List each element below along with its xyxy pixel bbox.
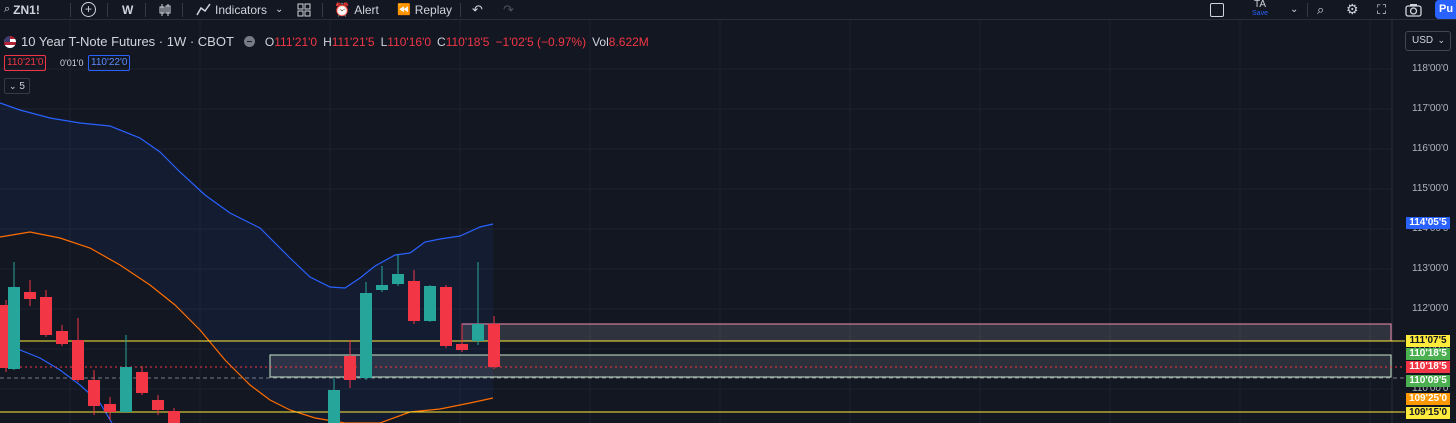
currency-select[interactable]: USD ⌄ xyxy=(1405,31,1451,51)
price-axis-badge: 110'18'5 xyxy=(1406,361,1450,373)
indicator-count: 5 xyxy=(19,81,25,92)
open-label: O xyxy=(264,34,275,49)
low-label: L xyxy=(380,34,388,49)
chevron-down-icon: ⌄ xyxy=(1437,35,1445,45)
candle-body xyxy=(8,287,20,369)
change-value: −1'02'5 (−0.97%) xyxy=(495,34,587,49)
candle-body xyxy=(328,390,340,423)
candle-body xyxy=(376,285,388,290)
price-tick-label: 115'00'0 xyxy=(1412,183,1449,194)
price-tick-label: 118'00'0 xyxy=(1412,63,1449,74)
high-value: 111'21'5 xyxy=(331,34,375,49)
bid-price-badge[interactable]: 110'21'0 xyxy=(4,55,47,71)
candle-body xyxy=(488,324,500,367)
ask-price-badge[interactable]: 110'22'0 xyxy=(88,55,131,71)
candle-body xyxy=(24,292,36,299)
low-value: 110'16'0 xyxy=(387,34,432,49)
price-axis-badge: 109'15'0 xyxy=(1406,407,1450,419)
open-value: 111'21'0 xyxy=(274,34,318,49)
price-tick-label: 113'00'0 xyxy=(1412,263,1449,274)
spread-value: 0'01'0 xyxy=(60,58,84,68)
ask-price: 110'22'0 xyxy=(91,57,128,68)
supply-zone xyxy=(461,323,1392,342)
candle-body xyxy=(120,367,132,412)
candle-body xyxy=(440,287,452,346)
chevron-down-icon: ⌄ xyxy=(9,81,17,91)
candle-body xyxy=(56,331,68,344)
candle-body xyxy=(104,404,116,412)
price-axis-badge: 109'25'0 xyxy=(1406,393,1450,405)
demand-zone xyxy=(269,354,1392,378)
candle-body xyxy=(344,356,356,380)
candle-body xyxy=(152,400,164,410)
price-tick-label: 117'00'0 xyxy=(1412,103,1449,114)
candle-body xyxy=(72,340,84,380)
candle-body xyxy=(408,281,420,321)
close-value: 110'18'5 xyxy=(445,34,490,49)
price-axis-badge: 114'05'5 xyxy=(1406,217,1450,229)
price-tick-label: 116'00'0 xyxy=(1412,143,1449,154)
chart-legend: 10 Year T-Note Futures · 1W · CBOT O 111'… xyxy=(4,34,649,49)
price-axis-badge: 110'09'5 xyxy=(1406,375,1450,387)
candle-body xyxy=(136,372,148,393)
symbol-title: 10 Year T-Note Futures · 1W · CBOT xyxy=(21,34,234,49)
candle-body xyxy=(472,324,484,341)
candle-body xyxy=(168,411,180,423)
collapse-indicators-button[interactable]: ⌄ 5 xyxy=(4,78,30,94)
price-chart[interactable] xyxy=(0,0,1456,423)
currency-label: USD xyxy=(1412,35,1434,46)
candle-body xyxy=(360,293,372,378)
high-label: H xyxy=(323,34,332,49)
candle-body xyxy=(392,274,404,284)
price-axis-badge: 111'07'5 xyxy=(1406,335,1450,347)
volume-value: 8.622M xyxy=(608,34,649,49)
price-tick-label: 112'00'0 xyxy=(1412,303,1449,314)
close-label: C xyxy=(437,34,446,49)
candle-body xyxy=(456,344,468,350)
candle-body xyxy=(88,380,100,406)
candle-body xyxy=(40,297,52,335)
bid-price: 110'21'0 xyxy=(7,57,44,68)
candle-body xyxy=(424,286,436,321)
volume-label: Vol xyxy=(592,34,609,49)
hide-legend-button[interactable] xyxy=(243,36,255,47)
price-axis-badge: 110'18'5 xyxy=(1406,348,1450,360)
us-flag-icon xyxy=(4,35,16,48)
